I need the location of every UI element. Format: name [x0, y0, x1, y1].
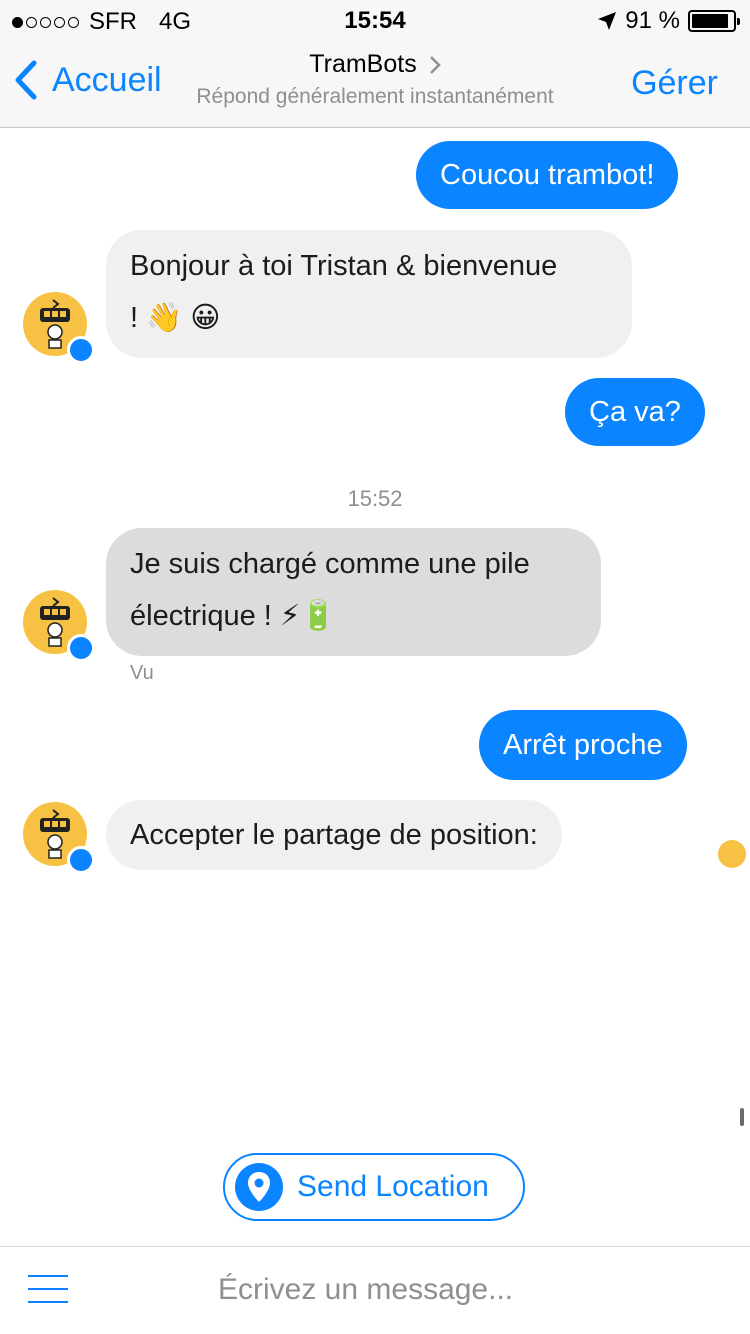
bot-avatar[interactable]	[23, 802, 95, 874]
battery-icon	[688, 10, 740, 32]
scrollbar[interactable]	[740, 1108, 744, 1126]
battery-fill	[692, 14, 729, 28]
message-line: électrique ! ⚡🔋	[130, 600, 337, 632]
message-line: Bonjour à toi Tristan & bienvenue	[130, 250, 558, 282]
top-bar: SFR 4G 15:54 91 % Accueil TramBots Répon…	[0, 0, 750, 128]
manage-button[interactable]: Gérer	[631, 64, 718, 103]
message-input[interactable]	[218, 1273, 678, 1307]
location-arrow-icon	[598, 12, 617, 30]
messenger-badge-icon	[67, 336, 95, 364]
message-timestamp: 15:52	[347, 486, 403, 511]
map-pin-icon	[235, 1163, 283, 1211]
message-bubble-outgoing[interactable]: Arrêt proche	[479, 710, 687, 780]
send-location-button[interactable]: Send Location	[223, 1153, 525, 1221]
contact-name-label: TramBots	[309, 50, 417, 78]
messenger-badge-icon	[67, 634, 95, 662]
contact-name[interactable]: TramBots	[309, 50, 441, 79]
message-bubble-incoming[interactable]: Accepter le partage de position:	[106, 800, 562, 870]
bot-avatar[interactable]	[23, 292, 95, 364]
chevron-right-icon	[429, 55, 441, 74]
battery-percent: 91 %	[625, 7, 680, 34]
send-location-label: Send Location	[297, 1170, 489, 1203]
message-line: ! 👋 😀	[130, 302, 221, 334]
menu-icon[interactable]	[28, 1275, 68, 1305]
message-bubble-outgoing[interactable]: Coucou trambot!	[416, 141, 679, 209]
bot-avatar[interactable]	[23, 590, 95, 662]
message-bubble-incoming[interactable]: Bonjour à toi Tristan & bienvenue ! 👋 😀	[106, 230, 632, 358]
message-bubble-outgoing[interactable]: Ça va?	[565, 378, 705, 446]
message-bubble-incoming[interactable]: Je suis chargé comme une pile électrique…	[106, 528, 601, 656]
messenger-badge-icon	[67, 846, 95, 874]
composer-bar	[0, 1246, 750, 1334]
message-line: Je suis chargé comme une pile	[130, 548, 530, 580]
status-bar: SFR 4G 15:54 91 %	[0, 0, 750, 40]
status-right: 91 %	[597, 7, 740, 35]
read-receipt-avatar	[718, 840, 746, 868]
seen-indicator: Vu	[130, 662, 154, 684]
